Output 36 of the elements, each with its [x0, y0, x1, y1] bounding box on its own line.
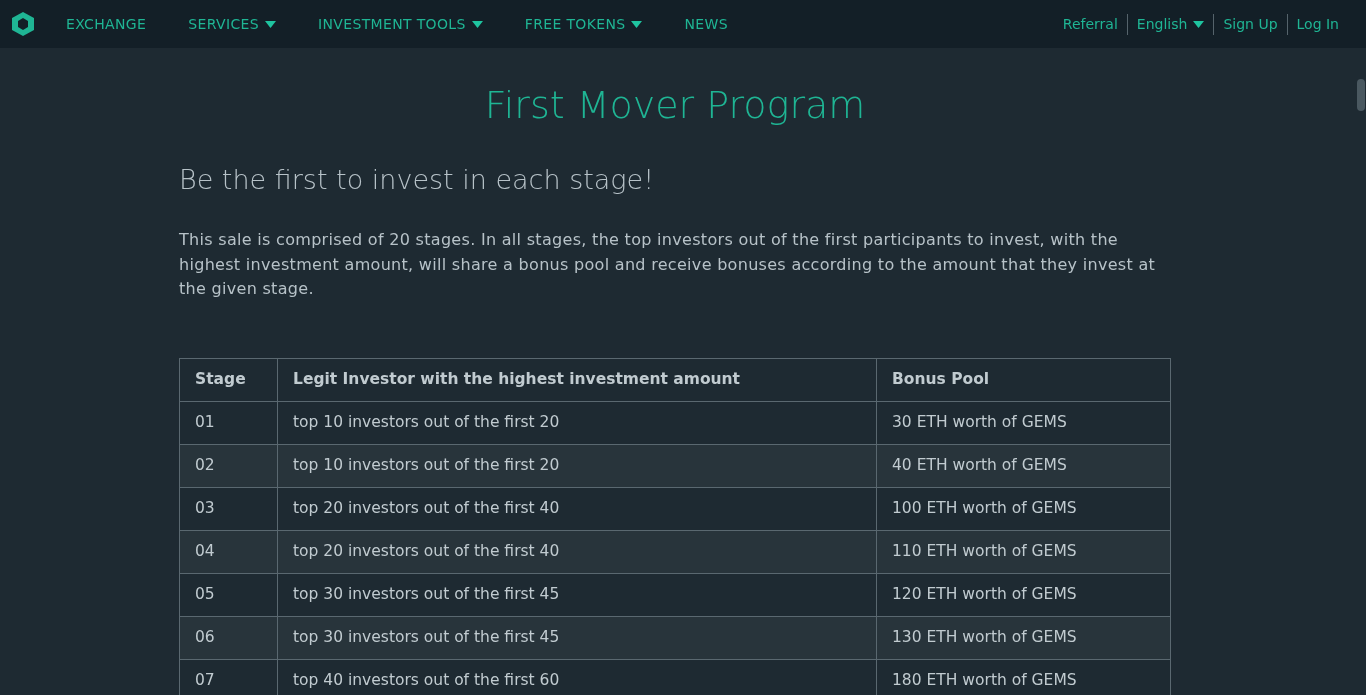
table-cell: 100 ETH worth of GEMS	[876, 487, 1171, 530]
scrollbar-thumb[interactable]	[1357, 79, 1365, 111]
nav-link[interactable]: FREE TOKENS	[524, 13, 643, 35]
nav-link[interactable]: English	[1126, 13, 1214, 35]
table-cell: 40 ETH worth of GEMS	[876, 444, 1171, 487]
table-cell: 130 ETH worth of GEMS	[876, 616, 1171, 659]
table-cell: 01	[179, 401, 278, 444]
table-cell: 06	[179, 616, 278, 659]
nav-link[interactable]: Log In	[1286, 13, 1348, 35]
hexagon-logo-icon[interactable]	[10, 11, 36, 37]
section-heading: Be the first to invest in each stage!	[179, 162, 655, 197]
nav-link[interactable]: EXCHANGE	[66, 13, 147, 35]
column-header: Stage	[179, 358, 278, 401]
table-cell: top 10 investors out of the first 20	[277, 401, 877, 444]
table-cell: 07	[179, 659, 278, 695]
table-cell: top 30 investors out of the first 45	[277, 573, 877, 616]
column-header: Legit Investor with the highest investment amount	[277, 358, 877, 401]
table-cell: top 20 investors out of the first 40	[277, 487, 877, 530]
table-cell: 110 ETH worth of GEMS	[876, 530, 1171, 573]
nav-link[interactable]: INVESTMENT TOOLS	[318, 13, 483, 35]
intro-paragraph: This sale is comprised of 20 stages. In all stages, the top investors out of the first participants to invest, with the highest investment amount, will share a bonus pool and receive bonuses according to the amount that they invest at the given stage.	[179, 229, 1157, 300]
nav-link[interactable]: Referral	[1053, 13, 1127, 35]
table-cell: 02	[179, 444, 278, 487]
table-cell: 04	[179, 530, 278, 573]
nav-link[interactable]: SERVICES	[188, 13, 276, 35]
table-cell: 03	[179, 487, 278, 530]
table-cell: top 30 investors out of the first 45	[277, 616, 877, 659]
table-cell: 120 ETH worth of GEMS	[876, 573, 1171, 616]
nav-link[interactable]: Sign Up	[1213, 13, 1287, 35]
table-cell: 05	[179, 573, 278, 616]
page-title: First Mover Program	[483, 82, 867, 129]
nav-link[interactable]: NEWS	[684, 13, 728, 35]
table-cell: 30 ETH worth of GEMS	[876, 401, 1171, 444]
table-cell: top 10 investors out of the first 20	[277, 444, 877, 487]
table-cell: top 20 investors out of the first 40	[277, 530, 877, 573]
column-header: Bonus Pool	[876, 358, 1171, 401]
